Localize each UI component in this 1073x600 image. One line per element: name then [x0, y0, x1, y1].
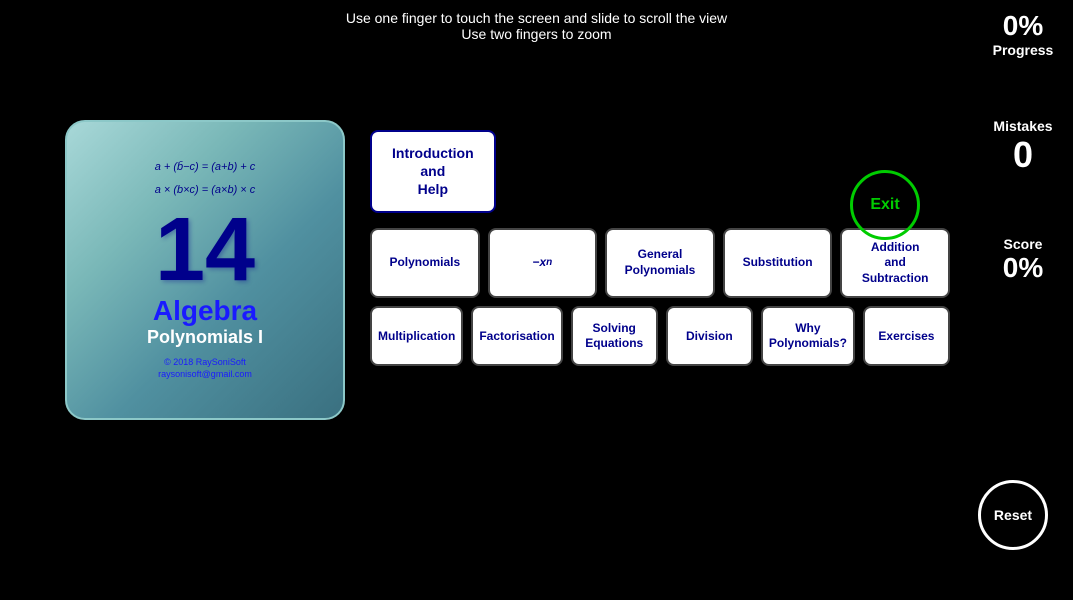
- score-value: 0%: [1003, 252, 1043, 284]
- book-cover: a + (b̄−c) = (a+b) + c a × (b×c) = (a×b)…: [65, 120, 345, 420]
- intro-help-button[interactable]: Introduction and Help: [370, 130, 496, 213]
- topic-factorisation[interactable]: Factorisation: [471, 306, 562, 366]
- topic-polynomials[interactable]: Polynomials: [370, 228, 480, 299]
- book-algebra: Algebra: [153, 295, 257, 327]
- reset-button[interactable]: Reset: [978, 480, 1048, 550]
- topic-division[interactable]: Division: [666, 306, 753, 366]
- book-copyright: © 2018 RaySoniSoft raysonisoft@gmail.com: [158, 356, 252, 381]
- book-formula1: a + (b̄−c) = (a+b) + c: [155, 159, 256, 177]
- topics-row2: Multiplication Factorisation SolvingEqua…: [370, 306, 950, 366]
- topic-why-polynomials[interactable]: WhyPolynomials?: [761, 306, 855, 366]
- mistakes-section: Mistakes 0: [993, 118, 1052, 176]
- topic-exercises[interactable]: Exercises: [863, 306, 950, 366]
- main-content: Exit Introduction and Help Polynomials −…: [370, 130, 950, 366]
- instruction-line1: Use one finger to touch the screen and s…: [346, 10, 727, 26]
- topic-xn[interactable]: −xn: [488, 228, 598, 299]
- score-section: Score 0%: [1003, 236, 1043, 284]
- book-subtitle: Polynomials I: [147, 327, 263, 348]
- right-panel: 0% Progress Mistakes 0 Score 0%: [983, 10, 1063, 284]
- topics-row1: Polynomials −xn GeneralPolynomials Subst…: [370, 228, 950, 299]
- topic-solving-equations[interactable]: SolvingEquations: [571, 306, 658, 366]
- score-label: Score: [1003, 236, 1043, 252]
- topic-multiplication[interactable]: Multiplication: [370, 306, 463, 366]
- exit-button[interactable]: Exit: [850, 170, 920, 240]
- book-formula2: a × (b×c) = (a×b) × c: [155, 182, 256, 200]
- progress-label: Progress: [993, 42, 1054, 58]
- mistakes-label: Mistakes: [993, 118, 1052, 134]
- progress-section: 0% Progress: [993, 10, 1054, 58]
- mistakes-value: 0: [993, 134, 1052, 176]
- instructions: Use one finger to touch the screen and s…: [346, 10, 727, 42]
- book-number: 14: [155, 205, 255, 295]
- topic-general-polynomials[interactable]: GeneralPolynomials: [605, 228, 715, 299]
- progress-percent: 0%: [993, 10, 1054, 42]
- topic-substitution[interactable]: Substitution: [723, 228, 833, 299]
- instruction-line2: Use two fingers to zoom: [346, 26, 727, 42]
